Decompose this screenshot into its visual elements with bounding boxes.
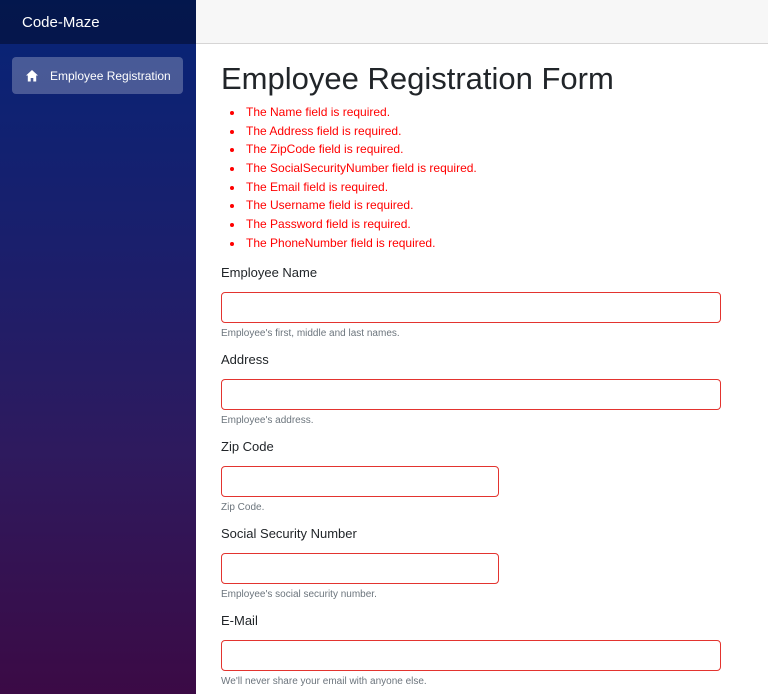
email-label: E-Mail [221,613,258,628]
validation-error: The Email field is required. [230,178,477,197]
validation-error: The Username field is required. [230,196,477,215]
validation-error: The SocialSecurityNumber field is requir… [230,159,477,178]
ssn-help: Employee's social security number. [221,589,377,600]
employee-name-label: Employee Name [221,265,318,280]
email-field[interactable] [221,640,721,671]
home-icon [25,69,39,83]
validation-error: The ZipCode field is required. [230,140,477,159]
page-title: Employee Registration Form [221,61,614,96]
email-group: E-Mail We'll never share your email with… [221,612,721,689]
ssn-field[interactable] [221,553,499,584]
validation-error: The Address field is required. [230,122,477,141]
employee-name-group: Employee Name Employee's first, middle a… [221,264,721,341]
validation-summary: The Name field is required. The Address … [230,103,477,253]
email-help: We'll never share your email with anyone… [221,676,427,687]
ssn-label: Social Security Number [221,526,357,541]
address-group: Address Employee's address. [221,351,721,428]
zip-code-label: Zip Code [221,439,274,454]
zip-code-group: Zip Code Zip Code. [221,438,499,515]
address-help: Employee's address. [221,415,314,426]
employee-name-field[interactable] [221,292,721,323]
address-label: Address [221,352,269,367]
validation-error: The PhoneNumber field is required. [230,234,477,253]
top-bar [196,0,768,44]
validation-error: The Name field is required. [230,103,477,122]
address-field[interactable] [221,379,721,410]
validation-error: The Password field is required. [230,215,477,234]
sidebar: Code-Maze Employee Registration [0,0,196,694]
employee-name-help: Employee's first, middle and last names. [221,328,400,339]
zip-code-field[interactable] [221,466,499,497]
brand-logo[interactable]: Code-Maze [0,0,196,44]
sidebar-item-employee-registration[interactable]: Employee Registration [12,57,183,94]
ssn-group: Social Security Number Employee's social… [221,525,499,602]
zip-code-help: Zip Code. [221,502,265,513]
sidebar-item-label: Employee Registration [50,68,171,83]
